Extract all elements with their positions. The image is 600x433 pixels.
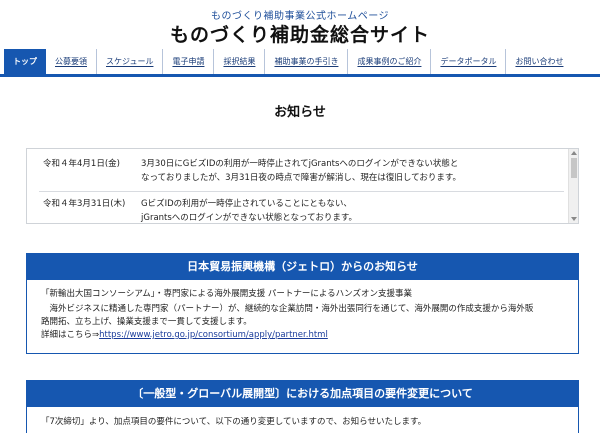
jetro-link-prefix: 詳細はこちら⇒ [41, 330, 100, 340]
nav-item-e-application[interactable]: 電子申請 [163, 49, 215, 74]
jetro-notice-card: 日本貿易振興機構（ジェトロ）からのお知らせ 「新輸出大国コンソーシアム」・専門家… [26, 253, 579, 354]
nav-item-data-portal[interactable]: データポータル [431, 49, 507, 74]
site-title[interactable]: ものづくり補助金総合サイト [0, 20, 600, 47]
news-text-line: jGrantsへのログインができない状態となっております。 [141, 213, 358, 223]
jetro-description-line: 路開拓、立ち上げ、操業支援まで一貫して支援します。 [41, 317, 252, 327]
nav-item-contact[interactable]: お問い合わせ [506, 49, 572, 74]
news-list: 令和４年4月1日(金) 3月30日にGビズIDの利用が一時停止されてjGrant… [26, 148, 579, 224]
requirement-card-title: 〔一般型・グローバル展開型〕における加点項目の要件変更について [27, 381, 578, 407]
nav-item-guidelines[interactable]: 公募要領 [46, 49, 97, 74]
news-divider [39, 191, 564, 192]
nav-item-results[interactable]: 採択結果 [214, 49, 266, 74]
news-text-line: なっておりましたが、3月31日夜の時点で障害が解消し、現在は復旧しております。 [141, 173, 462, 183]
requirement-card-body: 「7次締切」より、加点項目の要件について、以下の通り変更していますので、お知らせ… [41, 417, 427, 427]
scroll-thumb[interactable] [571, 158, 577, 178]
jetro-card-body: 「新輸出大国コンソーシアム」・専門家による海外展開支援 パートナーによるハンズオ… [27, 280, 578, 342]
news-text-line: GビズIDの利用が一時停止されていることにともない、 [141, 199, 352, 209]
news-text: GビズIDの利用が一時停止されていることにともない、 jGrantsへのログイン… [141, 197, 564, 223]
jetro-description-line: 海外ビジネスに精通した専門家（パートナー）が、継続的な企業訪問・海外出張同行を通… [41, 304, 534, 314]
nav-item-case-studies[interactable]: 成果事例のご紹介 [348, 49, 432, 74]
news-date: 令和４年4月1日(金) [43, 159, 120, 169]
scroll-down-arrow-icon[interactable] [571, 217, 577, 221]
jetro-partner-link[interactable]: https://www.jetro.go.jp/consortium/apply… [99, 330, 328, 340]
site-header: ものづくり補助事業公式ホームページ ものづくり補助金総合サイト [0, 0, 600, 48]
news-item: 令和４年3月31日(木) GビズIDの利用が一時停止されていることにともない、 … [39, 197, 564, 223]
news-heading: お知らせ [274, 105, 326, 120]
news-date: 令和４年3月31日(木) [43, 199, 126, 209]
requirement-change-card: 〔一般型・グローバル展開型〕における加点項目の要件変更について 「7次締切」より… [26, 380, 579, 433]
main-nav: トップ 公募要領 スケジュール 電子申請 採択結果 補助事業の手引き 成果事例の… [0, 49, 600, 77]
jetro-description: 海外ビジネスに精通した専門家（パートナー）が、継続的な企業訪問・海外出張同行を通… [41, 303, 564, 342]
jetro-headline: 「新輸出大国コンソーシアム」・専門家による海外展開支援 パートナーによるハンズオ… [41, 289, 413, 299]
nav-item-top[interactable]: トップ [4, 49, 46, 74]
news-item: 令和４年4月1日(金) 3月30日にGビズIDの利用が一時停止されてjGrant… [39, 157, 564, 185]
news-text: 3月30日にGビズIDの利用が一時停止されてjGrantsへのログインができない… [141, 157, 564, 185]
news-scrollbar[interactable] [568, 149, 578, 223]
nav-item-handbook[interactable]: 補助事業の手引き [265, 49, 349, 74]
jetro-card-title: 日本貿易振興機構（ジェトロ）からのお知らせ [27, 254, 578, 280]
nav-item-schedule[interactable]: スケジュール [97, 49, 164, 74]
news-text-line: 3月30日にGビズIDの利用が一時停止されてjGrantsへのログインができない… [141, 159, 459, 169]
scroll-up-arrow-icon[interactable] [571, 151, 577, 155]
